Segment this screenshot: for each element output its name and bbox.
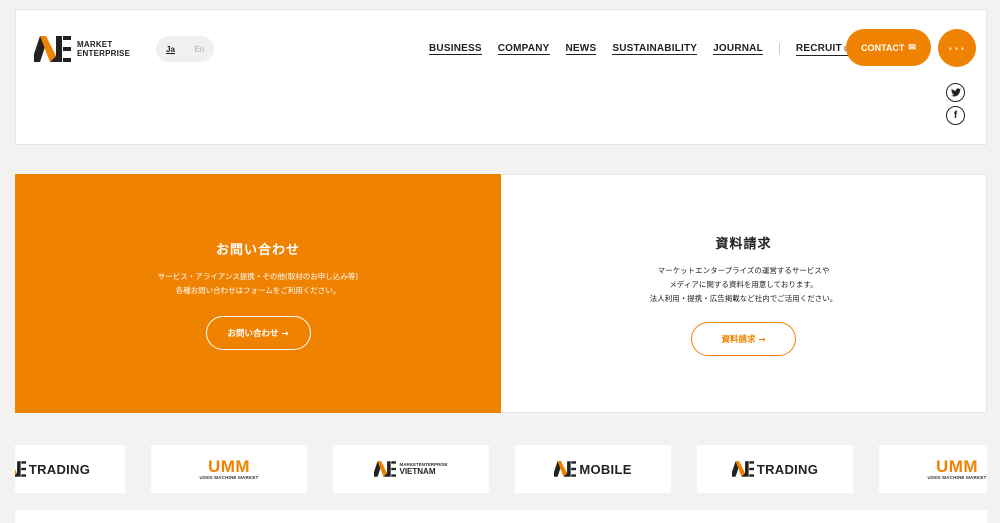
brand-line2: ENTERPRISE (77, 49, 131, 58)
contact-cta-panel: お問い合わせ サービス・アライアンス提携・その他(取材のお申し込み等) 各種お問… (15, 174, 501, 413)
me-logo-icon (731, 461, 754, 477)
contact-cta-title: お問い合わせ (215, 243, 300, 258)
contact-button-label: CONTACT (861, 42, 905, 53)
umm-logo-text: UMM (207, 456, 251, 476)
language-switcher: Ja En (156, 36, 214, 62)
lang-en-option[interactable]: En (185, 45, 214, 54)
logo-card-umm[interactable]: UMM USED MACHINE MARKET (879, 445, 987, 493)
contact-cta-text: サービス・アライアンス提携・その他(取材のお申し込み等) 各種お問い合わせはフォ… (157, 272, 359, 295)
logo-card-name: TRADING (28, 461, 91, 477)
umm-logo-subtext: USED MACHINE MARKET (927, 474, 987, 480)
contact-button[interactable]: CONTACT ✉ (846, 29, 931, 66)
contact-cta-button[interactable]: お問い合わせ → (205, 316, 311, 350)
umm-logo-text: UMM (935, 456, 979, 476)
documents-cta-text: マーケットエンタープライズの運営するサービスや メディアに関する資料を用意してお… (649, 266, 838, 303)
nav-recruit[interactable]: RECRUIT⧉ (795, 42, 849, 56)
logo-card-umm[interactable]: UMM USED MACHINE MARKET (151, 445, 307, 493)
twitter-icon (950, 88, 961, 97)
nav-news[interactable]: NEWS (565, 43, 597, 55)
logo-card-name: TRADING (756, 461, 819, 477)
me-logo-icon (34, 36, 71, 62)
mail-icon: ✉ (908, 42, 916, 52)
facebook-icon: f (953, 110, 958, 121)
more-dots-icon: ··· (947, 38, 967, 58)
group-logo-carousel: TRADING UMM USED MACHINE MARKET MARKETEN… (15, 413, 987, 510)
logo-card-vietnam[interactable]: MARKETENTERPRISE VIETNAM (333, 445, 489, 493)
logo-card-name: MOBILE (579, 461, 632, 477)
footer-edge (15, 510, 987, 523)
nav-company[interactable]: COMPANY (497, 43, 550, 55)
documents-cta-title: 資料請求 (715, 237, 772, 252)
menu-button[interactable]: ··· (938, 29, 976, 67)
main-nav: BUSINESS COMPANY NEWS SUSTAINABILITY JOU… (429, 42, 899, 56)
nav-business[interactable]: BUSINESS (429, 43, 482, 55)
documents-cta-button[interactable]: 資料請求 → (691, 322, 796, 356)
twitter-link[interactable] (946, 83, 965, 102)
site-header: MARKET ENTERPRISE Ja En BUSINESS COMPANY… (15, 9, 987, 145)
lang-ja-option[interactable]: Ja (156, 45, 185, 54)
me-logo-icon (15, 461, 26, 477)
nav-journal[interactable]: JOURNAL (713, 43, 763, 55)
site-logo[interactable]: MARKET ENTERPRISE (34, 36, 130, 62)
facebook-link[interactable]: f (946, 106, 965, 125)
documents-cta-panel: 資料請求 マーケットエンタープライズの運営するサービスや メディアに関する資料を… (501, 174, 987, 413)
vietnam-logo-text: VIETNAM (399, 467, 436, 476)
logo-card-trading[interactable]: TRADING (15, 445, 125, 493)
me-logo-icon (374, 461, 397, 477)
logo-card-mobile[interactable]: MOBILE (515, 445, 671, 493)
nav-divider (778, 43, 780, 55)
nav-sustainability[interactable]: SUSTAINABILITY (612, 43, 698, 55)
umm-logo-subtext: USED MACHINE MARKET (199, 474, 259, 480)
nav-recruit-label: RECRUIT (795, 42, 842, 54)
brand-line1: MARKET (77, 40, 113, 49)
logo-card-trading[interactable]: TRADING (697, 445, 853, 493)
me-logo-icon (554, 461, 577, 477)
